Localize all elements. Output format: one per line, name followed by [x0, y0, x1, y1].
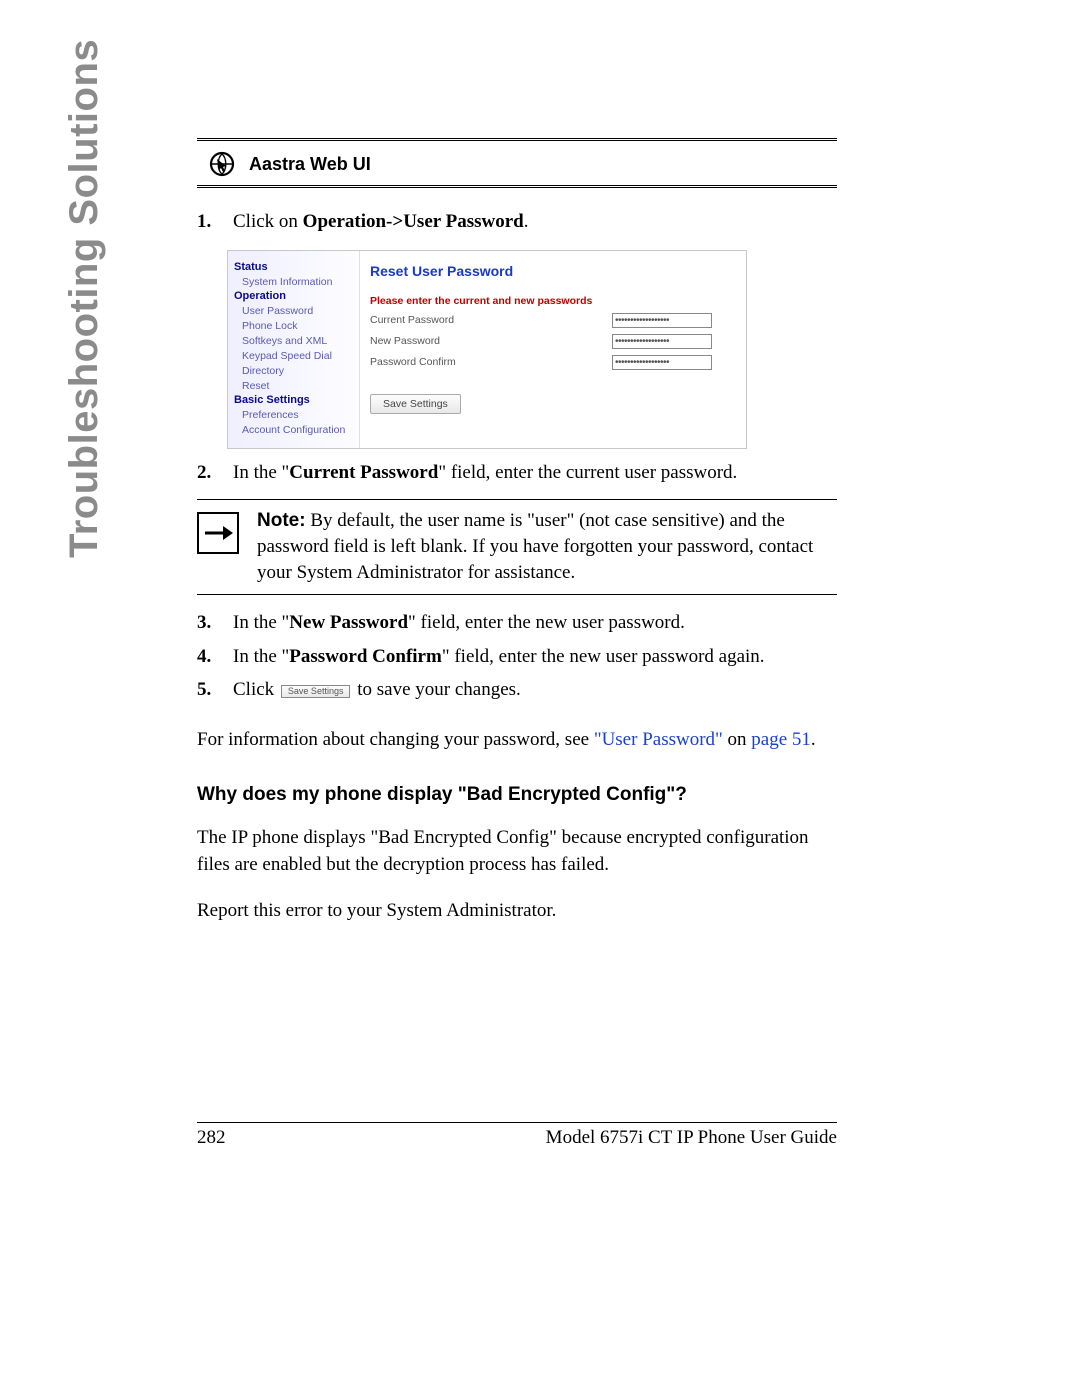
save-settings-inline-button: Save Settings — [281, 685, 351, 698]
globe-arrow-icon — [209, 151, 235, 177]
reference-paragraph: For information about changing your pass… — [197, 726, 837, 754]
panel-instruction: Please enter the current and new passwor… — [370, 295, 738, 307]
nav-item[interactable]: Softkeys and XML — [242, 335, 353, 347]
note-block: Note: By default, the user name is "user… — [197, 499, 837, 596]
nav-item[interactable]: Account Configuration — [242, 424, 353, 436]
header-bar: Aastra Web UI — [197, 138, 837, 188]
text: " field, enter the current user password… — [438, 462, 737, 483]
nav-item[interactable]: Directory — [242, 365, 353, 377]
new-password-input[interactable]: •••••••••••••••••• — [612, 334, 712, 349]
step-number: 3. — [197, 609, 219, 637]
step-5: 5. Click Save Settings to save your chan… — [197, 676, 837, 704]
nav-item[interactable]: User Password — [242, 305, 353, 317]
nav-item[interactable]: System Information — [242, 276, 353, 288]
text: Click — [233, 679, 279, 700]
form-row: Password Confirm •••••••••••••••••• — [370, 355, 738, 370]
page-footer: 282 Model 6757i CT IP Phone User Guide — [197, 1122, 837, 1149]
step-4: 4. In the "Password Confirm" field, ente… — [197, 643, 837, 671]
save-settings-button[interactable]: Save Settings — [370, 394, 461, 414]
step-number: 4. — [197, 643, 219, 671]
password-confirm-input[interactable]: •••••••••••••••••• — [612, 355, 712, 370]
step-number: 5. — [197, 676, 219, 704]
section-title-vertical: Troubleshooting Solutions — [62, 39, 107, 558]
text: In the " — [233, 462, 289, 483]
link-page-51[interactable]: page 51 — [751, 729, 811, 750]
text-bold: Current Password — [289, 462, 438, 483]
panel-title: Reset User Password — [370, 263, 738, 279]
text: on — [723, 729, 752, 750]
text-bold: New Password — [289, 612, 408, 633]
step-3: 3. In the "New Password" field, enter th… — [197, 609, 837, 637]
form-row: Current Password •••••••••••••••••• — [370, 313, 738, 328]
text-bold: Operation->User Password — [303, 211, 524, 232]
text: to save your changes. — [352, 679, 520, 700]
text: In the " — [233, 612, 289, 633]
text: " field, enter the new user password. — [408, 612, 685, 633]
current-password-input[interactable]: •••••••••••••••••• — [612, 313, 712, 328]
nav-item[interactable]: Keypad Speed Dial — [242, 350, 353, 362]
text: For information about changing your pass… — [197, 729, 594, 750]
embedded-screenshot: Status System Information Operation User… — [227, 250, 747, 450]
faq-heading: Why does my phone display "Bad Encrypted… — [197, 784, 837, 806]
field-label: Password Confirm — [370, 356, 608, 368]
step-2: 2. In the "Current Password" field, ente… — [197, 459, 837, 487]
field-label: Current Password — [370, 314, 608, 326]
text: . — [524, 211, 529, 232]
text-bold: Password Confirm — [289, 646, 442, 667]
text: In the " — [233, 646, 289, 667]
note-text: Note: By default, the user name is "user… — [257, 508, 833, 587]
nav-item[interactable]: Preferences — [242, 409, 353, 421]
screenshot-nav: Status System Information Operation User… — [228, 251, 360, 449]
body-paragraph: Report this error to your System Adminis… — [197, 897, 837, 925]
screenshot-main: Reset User Password Please enter the cur… — [360, 251, 746, 449]
form-row: New Password •••••••••••••••••• — [370, 334, 738, 349]
field-label: New Password — [370, 335, 608, 347]
nav-item[interactable]: Reset — [242, 380, 353, 392]
page-number: 282 — [197, 1127, 226, 1149]
link-user-password[interactable]: "User Password" — [594, 729, 723, 750]
step-1: 1. Click on Operation->User Password. — [197, 208, 837, 236]
note-label: Note: — [257, 510, 306, 531]
nav-item[interactable]: Phone Lock — [242, 320, 353, 332]
body-paragraph: The IP phone displays "Bad Encrypted Con… — [197, 824, 837, 879]
nav-header-basic: Basic Settings — [234, 394, 353, 406]
text: " field, enter the new user password aga… — [442, 646, 765, 667]
arrow-right-icon — [197, 512, 239, 554]
step-number: 1. — [197, 208, 219, 236]
nav-header-status: Status — [234, 261, 353, 273]
text: Click on — [233, 211, 303, 232]
text: By default, the user name is "user" (not… — [257, 510, 813, 583]
step-number: 2. — [197, 459, 219, 487]
text: . — [811, 729, 816, 750]
header-title: Aastra Web UI — [249, 154, 371, 175]
document-title: Model 6757i CT IP Phone User Guide — [546, 1127, 837, 1149]
nav-header-operation: Operation — [234, 290, 353, 302]
page-content: Aastra Web UI 1. Click on Operation->Use… — [197, 138, 837, 924]
